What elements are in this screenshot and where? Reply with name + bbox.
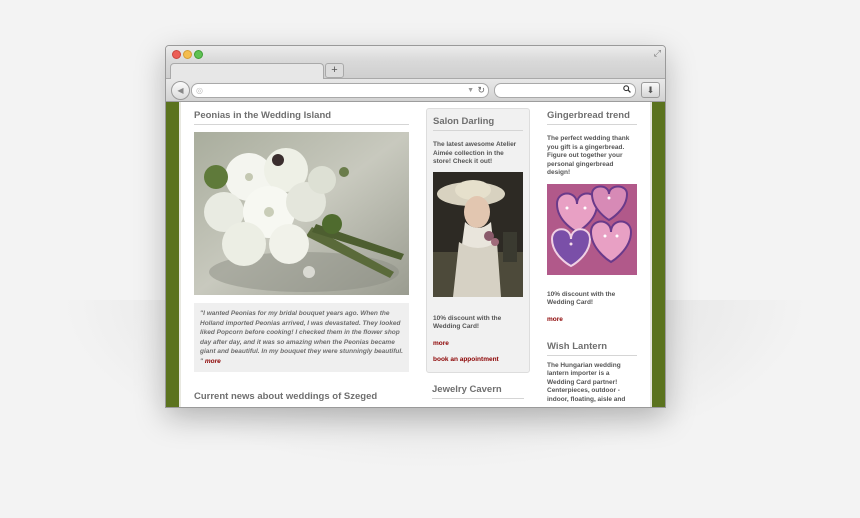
gingerbread-discount: 10% discount with the Wedding Card! <box>547 290 616 307</box>
gingerbread-title[interactable]: Gingerbread trend <box>547 110 637 125</box>
main-article-title[interactable]: Peonias in the Wedding Island <box>194 110 409 125</box>
peony-bouquet-image[interactable] <box>194 132 409 295</box>
back-arrow-icon: ◀ <box>177 86 184 95</box>
search-field[interactable] <box>494 83 636 98</box>
salon-discount: 10% discount with the Wedding Card! <box>433 314 502 331</box>
salon-more-link[interactable]: more <box>433 340 523 347</box>
download-icon: ⬇ <box>646 85 655 95</box>
testimonial-more-link[interactable]: more <box>205 358 221 365</box>
page-viewport: Peonias in the Wedding Island "I wanted … <box>166 102 665 407</box>
fullscreen-icon[interactable]: ⤢ <box>654 47 661 59</box>
book-appointment-link[interactable]: book an appointment <box>433 356 523 363</box>
new-tab-button[interactable]: + <box>325 63 344 78</box>
address-bar[interactable]: ◎ ▼ ↻ <box>191 83 489 98</box>
right-column: Gingerbread trend The perfect wedding th… <box>547 110 637 404</box>
news-section-title[interactable]: Current news about weddings of Szeged <box>194 391 409 405</box>
testimonial-text: "I wanted Peonias for my bridal bouquet … <box>200 310 403 365</box>
browser-window: ⤢ + ◀ ◎ ▼ ↻ ⬇ Peonias in the Wedding Isl… <box>165 45 666 408</box>
bride-hat-image[interactable] <box>433 171 523 297</box>
salon-title[interactable]: Salon Darling <box>433 116 523 131</box>
reload-icon[interactable]: ↻ <box>477 84 485 97</box>
salon-darling-panel: Salon Darling The latest awesome Atelier… <box>426 108 530 373</box>
testimonial-quote: "I wanted Peonias for my bridal bouquet … <box>194 303 409 372</box>
salon-text: The latest awesome Atelier Aimée collect… <box>433 141 517 165</box>
back-button[interactable]: ◀ <box>171 81 190 100</box>
wish-lantern-text: The Hungarian wedding lantern importer i… <box>547 361 626 403</box>
wish-lantern-title[interactable]: Wish Lantern <box>547 341 637 356</box>
history-dropdown-icon[interactable]: ▼ <box>467 84 474 97</box>
page-content: Peonias in the Wedding Island "I wanted … <box>179 102 652 407</box>
downloads-button[interactable]: ⬇ <box>641 82 660 98</box>
minimize-button[interactable] <box>183 50 192 59</box>
browser-tab[interactable] <box>170 63 324 79</box>
tab-bar: + <box>166 61 665 79</box>
close-button[interactable] <box>172 50 181 59</box>
globe-icon: ◎ <box>196 86 203 95</box>
gingerbread-text: The perfect wedding thank you gift is a … <box>547 135 630 176</box>
jewelry-cavern-title[interactable]: Jewelry Cavern <box>432 384 524 399</box>
main-column: Peonias in the Wedding Island "I wanted … <box>194 110 409 405</box>
gingerbread-cookies-image[interactable] <box>547 183 637 275</box>
navigation-bar: ◀ ◎ ▼ ↻ ⬇ <box>166 79 665 102</box>
zoom-button[interactable] <box>194 50 203 59</box>
title-bar: ⤢ <box>166 46 665 61</box>
gingerbread-more-link[interactable]: more <box>547 316 637 323</box>
search-icon[interactable] <box>623 84 631 97</box>
